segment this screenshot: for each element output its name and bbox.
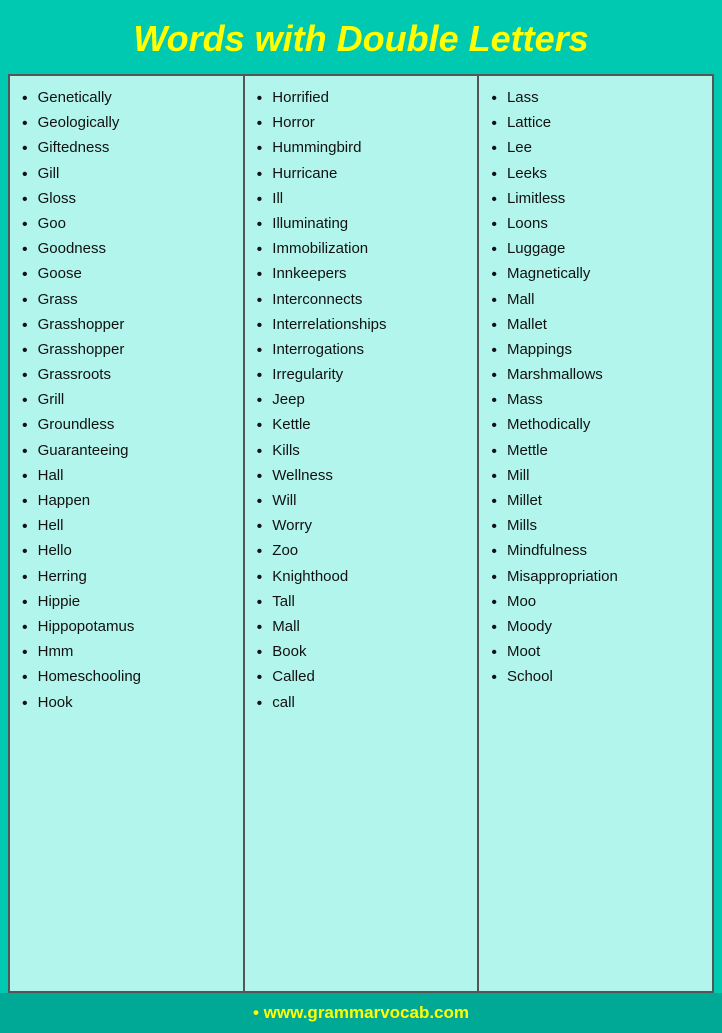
- list-item: Herring: [14, 565, 235, 590]
- list-item: Guaranteeing: [14, 439, 235, 464]
- list-item: Goose: [14, 262, 235, 287]
- list-item: Grass: [14, 288, 235, 313]
- list-item: Grasshopper: [14, 338, 235, 363]
- list-item: call: [249, 691, 470, 716]
- list-item: Hippopotamus: [14, 615, 235, 640]
- list-item: Kettle: [249, 413, 470, 438]
- list-item: Lee: [483, 136, 704, 161]
- list-item: Misappropriation: [483, 565, 704, 590]
- list-item: Interrogations: [249, 338, 470, 363]
- list-item: Limitless: [483, 187, 704, 212]
- list-item: Hurricane: [249, 162, 470, 187]
- list-item: Groundless: [14, 413, 235, 438]
- list-item: Mill: [483, 464, 704, 489]
- list-item: Methodically: [483, 413, 704, 438]
- column-2: HorrifiedHorrorHummingbirdHurricaneIllIl…: [245, 76, 480, 991]
- list-item: Hell: [14, 514, 235, 539]
- list-item: Hello: [14, 539, 235, 564]
- list-item: Lass: [483, 86, 704, 111]
- list-item: Leeks: [483, 162, 704, 187]
- list-item: Giftedness: [14, 136, 235, 161]
- list-item: Goo: [14, 212, 235, 237]
- column-3: LassLatticeLeeLeeksLimitlessLoonsLuggage…: [479, 76, 712, 991]
- list-item: Geologically: [14, 111, 235, 136]
- list-item: Hummingbird: [249, 136, 470, 161]
- list-item: Genetically: [14, 86, 235, 111]
- list-item: Mall: [483, 288, 704, 313]
- list-item: Moody: [483, 615, 704, 640]
- list-item: Grassroots: [14, 363, 235, 388]
- list-item: Grill: [14, 388, 235, 413]
- list-item: Marshmallows: [483, 363, 704, 388]
- list-item: Gill: [14, 162, 235, 187]
- list-item: Horror: [249, 111, 470, 136]
- list-item: Luggage: [483, 237, 704, 262]
- list-item: Wellness: [249, 464, 470, 489]
- list-item: Moot: [483, 640, 704, 665]
- footer-url: www.grammarvocab.com: [253, 1003, 469, 1022]
- list-item: Interconnects: [249, 288, 470, 313]
- list-item: Kills: [249, 439, 470, 464]
- list-item: Irregularity: [249, 363, 470, 388]
- list-item: Called: [249, 665, 470, 690]
- list-item: Mappings: [483, 338, 704, 363]
- list-item: Book: [249, 640, 470, 665]
- list-item: Homeschooling: [14, 665, 235, 690]
- list-item: Mindfulness: [483, 539, 704, 564]
- list-item: Hippie: [14, 590, 235, 615]
- list-item: Happen: [14, 489, 235, 514]
- list-item: School: [483, 665, 704, 690]
- list-item: Tall: [249, 590, 470, 615]
- list-item: Magnetically: [483, 262, 704, 287]
- list-item: Zoo: [249, 539, 470, 564]
- list-item: Hmm: [14, 640, 235, 665]
- list-item: Grasshopper: [14, 313, 235, 338]
- list-item: Immobilization: [249, 237, 470, 262]
- list-item: Horrified: [249, 86, 470, 111]
- list-item: Moo: [483, 590, 704, 615]
- content-area: GeneticallyGeologicallyGiftednessGillGlo…: [8, 74, 714, 993]
- list-item: Mass: [483, 388, 704, 413]
- list-item: Lattice: [483, 111, 704, 136]
- list-item: Mall: [249, 615, 470, 640]
- list-item: Loons: [483, 212, 704, 237]
- list-item: Goodness: [14, 237, 235, 262]
- list-item: Mallet: [483, 313, 704, 338]
- list-item: Mettle: [483, 439, 704, 464]
- list-item: Knighthood: [249, 565, 470, 590]
- list-item: Millet: [483, 489, 704, 514]
- list-item: Will: [249, 489, 470, 514]
- list-item: Worry: [249, 514, 470, 539]
- list-item: Hook: [14, 691, 235, 716]
- list-item: Mills: [483, 514, 704, 539]
- header: Words with Double Letters: [0, 0, 722, 74]
- list-item: Illuminating: [249, 212, 470, 237]
- list-item: Interrelationships: [249, 313, 470, 338]
- footer: www.grammarvocab.com: [0, 993, 722, 1033]
- list-item: Innkeepers: [249, 262, 470, 287]
- list-item: Ill: [249, 187, 470, 212]
- list-item: Gloss: [14, 187, 235, 212]
- list-item: Hall: [14, 464, 235, 489]
- list-item: Jeep: [249, 388, 470, 413]
- column-1: GeneticallyGeologicallyGiftednessGillGlo…: [10, 76, 245, 991]
- page-title: Words with Double Letters: [20, 18, 702, 60]
